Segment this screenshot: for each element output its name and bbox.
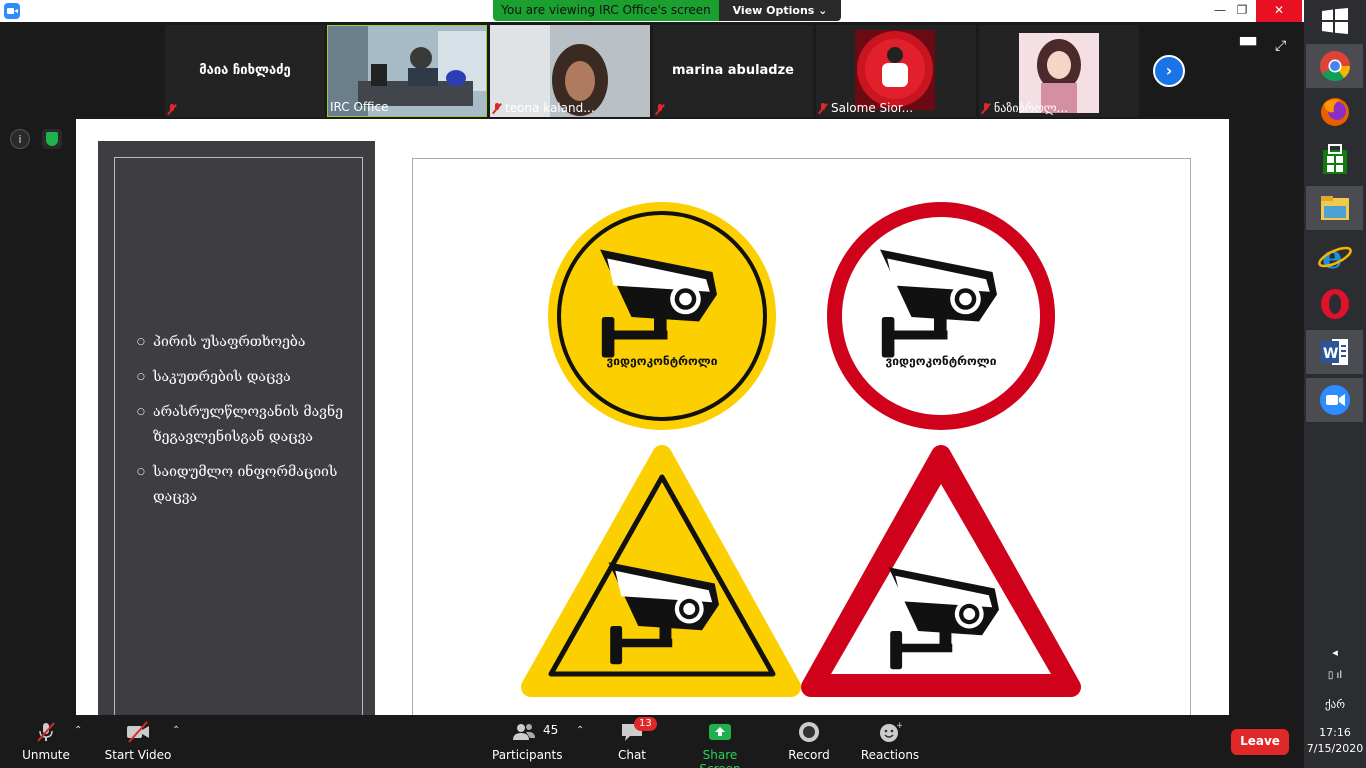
close-window-button[interactable]: ✕: [1256, 0, 1302, 22]
restore-button[interactable]: ❐: [1228, 0, 1256, 22]
svg-text:+: +: [896, 721, 902, 731]
video-options-caret[interactable]: ⌃: [172, 725, 180, 736]
chrome-taskbar-button[interactable]: [1306, 44, 1363, 88]
participant-label: teona kaland...: [505, 101, 595, 115]
slide-text-panel: პირის უსაფრთხოება საკუთრების დაცვა არასრ…: [98, 141, 375, 715]
participants-icon: [513, 724, 535, 740]
share-screen-button[interactable]: Share Screen: [682, 715, 758, 768]
file-explorer-icon: [1321, 196, 1349, 220]
muted-mic-icon: [981, 102, 991, 114]
participants-options-caret[interactable]: ⌃: [576, 725, 584, 736]
cctv-signs-image: ვიდეოკონტროლი ვიდეოკონტროლი: [412, 158, 1191, 715]
participant-label: Salome Sior...: [831, 101, 914, 115]
participant-tile[interactable]: ნაზიბროლ...: [979, 25, 1139, 117]
leave-meeting-button[interactable]: Leave: [1231, 729, 1289, 755]
red-triangle-sign: [801, 445, 1081, 697]
word-taskbar-button[interactable]: W: [1306, 330, 1363, 374]
clock-time[interactable]: 17:16: [1304, 726, 1366, 739]
internet-explorer-taskbar-button[interactable]: e: [1306, 234, 1363, 278]
participant-tile[interactable]: marina abuladze: [653, 25, 813, 117]
internet-explorer-icon: e: [1318, 238, 1352, 276]
participant-tile[interactable]: Salome Sior...: [816, 25, 976, 117]
video-off-icon: [127, 721, 149, 743]
participant-label: ნაზიბროლ...: [994, 101, 1068, 115]
share-banner-text: You are viewing IRC Office's screen: [493, 0, 719, 21]
participant-tile[interactable]: მაია ჩიხლაძე: [165, 25, 325, 117]
chat-button[interactable]: 13 Chat: [612, 715, 657, 768]
speaker-view-icon[interactable]: ▀▘: [1240, 38, 1262, 54]
bullet-item: საიდუმლო ინფორმაციის დაცვა: [137, 460, 357, 510]
firefox-icon: [1321, 98, 1349, 126]
muted-mic-icon: [818, 102, 828, 114]
next-participants-button[interactable]: ›: [1153, 55, 1185, 87]
participant-label: IRC Office: [330, 100, 389, 114]
sign-label-red-circle: ვიდეოკონტროლი: [886, 354, 997, 368]
input-language-indicator[interactable]: ქარ: [1304, 698, 1366, 711]
svg-text:W: W: [1323, 346, 1338, 362]
clock-date[interactable]: 7/15/2020: [1304, 742, 1366, 755]
chat-unread-badge: 13: [634, 717, 657, 731]
participant-video-strip: მაია ჩიხლაძე IRC Office teona kaland... …: [0, 22, 1304, 119]
bullet-item: საკუთრების დაცვა: [137, 365, 357, 390]
zoom-taskbar-button[interactable]: [1306, 378, 1363, 422]
yellow-triangle-sign: [521, 445, 801, 697]
participant-tile-active-speaker[interactable]: IRC Office: [327, 25, 487, 117]
red-circle-sign: [827, 202, 1055, 430]
record-button[interactable]: Record: [786, 715, 832, 768]
meeting-info-icon[interactable]: i: [10, 129, 30, 149]
share-screen-icon: [709, 724, 731, 740]
reactions-smiley-icon: +: [880, 721, 902, 742]
meeting-toolbar: Unmute ⌃ Start Video ⌃ 45 Participants ⌃: [0, 715, 1304, 768]
opera-icon: [1321, 289, 1349, 319]
view-options-button[interactable]: View Options ⌄: [719, 0, 841, 21]
participant-name: marina abuladze: [672, 63, 794, 78]
firefox-taskbar-button[interactable]: [1306, 90, 1363, 134]
opera-taskbar-button[interactable]: [1306, 282, 1363, 326]
file-explorer-taskbar-button[interactable]: [1306, 186, 1363, 230]
word-icon: W: [1321, 339, 1348, 365]
sign-label-yellow-circle: ვიდეოკონტროლი: [607, 354, 718, 368]
participants-button[interactable]: 45 Participants: [492, 715, 563, 768]
muted-mic-icon: [655, 104, 665, 115]
unmute-button[interactable]: Unmute: [16, 715, 76, 768]
store-icon: [1323, 144, 1347, 174]
participant-tile[interactable]: teona kaland...: [490, 25, 650, 117]
muted-mic-icon: [167, 104, 177, 115]
record-icon: [799, 722, 819, 742]
cctv-signs-graphic: ვიდეოკონტროლი ვიდეოკონტროლი: [521, 202, 1081, 697]
muted-mic-icon: [492, 102, 502, 114]
audio-options-caret[interactable]: ⌃: [74, 725, 82, 736]
zoom-logo-icon: [4, 3, 20, 19]
participant-name: მაია ჩიხლაძე: [199, 63, 291, 78]
zoom-icon: [1320, 385, 1350, 415]
reactions-button[interactable]: + Reactions: [860, 715, 920, 768]
start-video-button[interactable]: Start Video: [104, 715, 172, 768]
show-hidden-icons-button[interactable]: ◂: [1304, 646, 1366, 659]
windows-taskbar: e W ◂ ▯ ıl ქარ 17:16 7/15/2020: [1304, 0, 1366, 768]
security-shield-icon[interactable]: [42, 129, 62, 149]
muted-microphone-icon: [37, 722, 55, 742]
screen-share-banner: You are viewing IRC Office's screen View…: [493, 0, 841, 21]
slide-bullet-list: პირის უსაფრთხოება საკუთრების დაცვა არასრ…: [137, 330, 357, 520]
network-battery-icon[interactable]: ▯ ıl: [1304, 670, 1366, 681]
bullet-item: არასრულწლოვანის მავნე ზეგავლენისგან დაცვ…: [137, 400, 357, 450]
windows-start-icon[interactable]: [1322, 8, 1348, 34]
participant-count: 45: [543, 723, 559, 737]
yellow-circle-sign: [548, 202, 776, 430]
bullet-item: პირის უსაფრთხოება: [137, 330, 357, 355]
store-taskbar-button[interactable]: [1306, 138, 1363, 182]
chrome-icon: [1320, 51, 1350, 82]
fullscreen-icon[interactable]: ⤢: [1275, 38, 1286, 54]
shared-screen-slide: პირის უსაფრთხოება საკუთრების დაცვა არასრ…: [76, 119, 1229, 715]
